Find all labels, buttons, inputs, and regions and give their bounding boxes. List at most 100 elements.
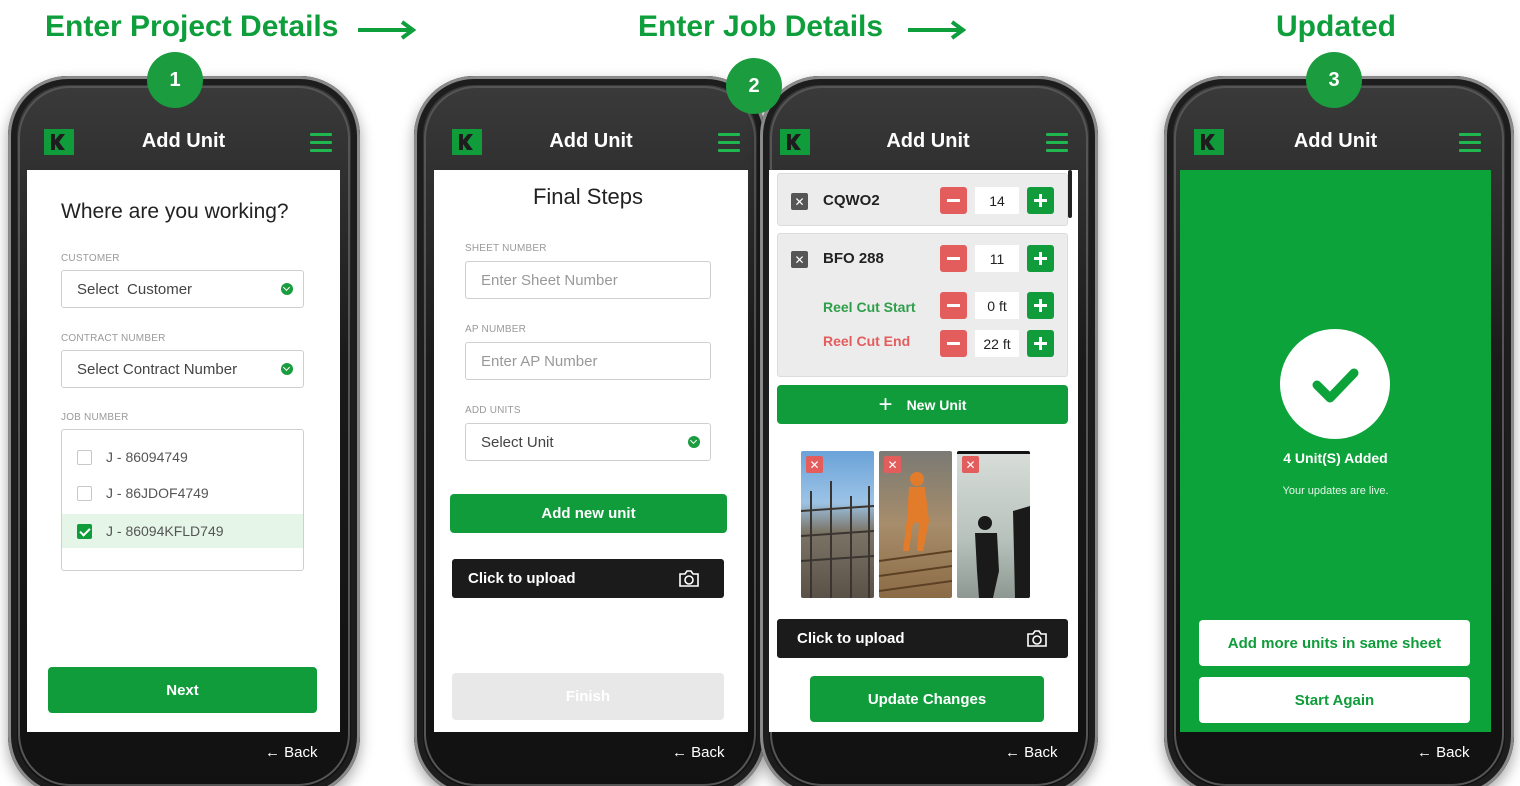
unit-select-value: Select Unit xyxy=(481,433,554,451)
reel-cut-end-value[interactable]: 22 ft xyxy=(975,330,1019,357)
brand-logo-icon xyxy=(452,129,482,155)
checkbox[interactable] xyxy=(77,450,92,465)
unit-select[interactable]: Select Unit xyxy=(465,423,711,461)
step-badge-3: 3 xyxy=(1306,52,1362,108)
photo-thumbnail[interactable]: ✕ xyxy=(957,451,1030,598)
close-icon[interactable]: ✕ xyxy=(791,193,808,210)
photo-thumbnail[interactable]: ✕ xyxy=(879,451,952,598)
plus-icon[interactable] xyxy=(1027,330,1054,357)
contract-label: CONTRACT NUMBER xyxy=(61,333,166,344)
header-title: Add Unit xyxy=(141,130,226,152)
check-icon xyxy=(1312,368,1359,403)
checkbox-checked[interactable] xyxy=(77,524,92,539)
app-header: Add Unit xyxy=(778,113,1078,170)
menu-icon[interactable] xyxy=(1046,133,1068,153)
close-icon[interactable]: ✕ xyxy=(806,456,823,473)
next-button[interactable]: Next xyxy=(48,667,317,713)
update-changes-button[interactable]: Update Changes xyxy=(810,676,1044,722)
job-list: J - 86094749 J - 86JDOF4749 J - 86094KFL… xyxy=(61,429,304,571)
checkbox[interactable] xyxy=(77,486,92,501)
menu-icon[interactable] xyxy=(310,133,332,153)
building-image xyxy=(801,481,874,598)
job-row-selected[interactable]: J - 86094KFLD749 xyxy=(62,514,303,548)
chevron-down-icon xyxy=(688,436,700,448)
contract-select[interactable]: Select Contract Number xyxy=(61,350,304,388)
photo-thumbnail[interactable]: ✕ xyxy=(801,451,874,598)
upload-button[interactable]: Click to upload xyxy=(452,559,724,598)
screen-project-details: Where are you working? CUSTOMER Select C… xyxy=(27,170,340,732)
unit-name: CQWO2 xyxy=(823,192,880,209)
brand-logo-icon xyxy=(44,129,74,155)
ap-number-label: AP NUMBER xyxy=(465,324,527,335)
chevron-down-icon xyxy=(281,363,293,375)
page-title: Final Steps xyxy=(532,184,644,209)
minus-icon[interactable] xyxy=(940,187,967,214)
close-icon[interactable]: ✕ xyxy=(884,456,901,473)
minus-icon[interactable] xyxy=(940,245,967,272)
unit-quantity[interactable]: 14 xyxy=(975,187,1019,214)
sheet-number-label: SHEET NUMBER xyxy=(465,243,547,254)
reel-cut-end-label: Reel Cut End xyxy=(823,333,911,349)
ap-number-input[interactable]: Enter AP Number xyxy=(465,342,711,380)
job-number: J - 86094749 xyxy=(106,449,188,465)
unit-name: BFO 288 xyxy=(823,250,884,267)
arrow-right-icon xyxy=(908,20,966,40)
camera-icon xyxy=(679,570,699,587)
customer-value: Select Customer xyxy=(77,280,193,298)
app-header: Add Unit xyxy=(1180,113,1491,170)
brand-logo-icon xyxy=(1194,129,1224,155)
reel-cut-start-value[interactable]: 0 ft xyxy=(975,292,1019,319)
add-more-units-button[interactable]: Add more units in same sheet xyxy=(1199,620,1470,666)
start-again-button[interactable]: Start Again xyxy=(1199,677,1470,723)
page-title: Where are you working? xyxy=(61,200,289,223)
customer-select[interactable]: Select Customer xyxy=(61,270,304,308)
silhouette-image xyxy=(957,451,1030,598)
arrow-right-icon xyxy=(358,20,416,40)
unit-card: ✕ CQWO2 14 xyxy=(777,173,1068,226)
back-link[interactable]: ← Back xyxy=(672,744,725,761)
step-badge-1: 1 xyxy=(147,52,203,108)
success-circle xyxy=(1280,329,1390,439)
plus-icon: + xyxy=(878,390,893,418)
upload-button[interactable]: Click to upload xyxy=(777,619,1068,658)
header-title: Add Unit xyxy=(549,130,633,152)
step-title-project: Enter Project Details xyxy=(45,10,339,43)
sheet-number-input[interactable]: Enter Sheet Number xyxy=(465,261,711,299)
screen-updated: 4 Unit(S) Added Your updates are live. A… xyxy=(1180,170,1491,732)
reel-cut-start-label: Reel Cut Start xyxy=(823,299,916,315)
menu-icon[interactable] xyxy=(718,133,740,153)
units-added-text: 4 Unit(S) Added xyxy=(1283,450,1388,466)
plus-icon[interactable] xyxy=(1027,187,1054,214)
worker-image xyxy=(879,472,952,592)
add-new-unit-button[interactable]: Add new unit xyxy=(450,494,727,533)
close-icon[interactable]: ✕ xyxy=(791,251,808,268)
new-unit-label: New Unit xyxy=(906,396,967,413)
back-link[interactable]: ← Back xyxy=(1005,744,1058,761)
finish-button[interactable]: Finish xyxy=(452,673,724,720)
scrollbar[interactable] xyxy=(1068,170,1072,218)
job-number: J - 86JDOF4749 xyxy=(106,485,209,501)
back-link[interactable]: ← Back xyxy=(265,744,318,761)
job-row[interactable]: J - 86JDOF4749 xyxy=(62,478,303,508)
brand-logo-icon xyxy=(780,129,810,155)
minus-icon[interactable] xyxy=(940,292,967,319)
close-icon[interactable]: ✕ xyxy=(962,456,979,473)
plus-icon[interactable] xyxy=(1027,245,1054,272)
back-link[interactable]: ← Back xyxy=(1417,744,1470,761)
updates-live-text: Your updates are live. xyxy=(1282,485,1389,497)
header-title: Add Unit xyxy=(1293,130,1378,152)
minus-icon[interactable] xyxy=(940,330,967,357)
new-unit-button[interactable]: + New Unit xyxy=(777,385,1068,424)
customer-label: CUSTOMER xyxy=(61,253,120,264)
camera-icon xyxy=(1027,630,1047,647)
upload-label: Click to upload xyxy=(797,630,905,647)
job-number: J - 86094KFLD749 xyxy=(106,523,224,539)
step-title-job: Enter Job Details xyxy=(638,10,884,43)
plus-icon[interactable] xyxy=(1027,292,1054,319)
upload-label: Click to upload xyxy=(468,570,576,587)
job-row[interactable]: J - 86094749 xyxy=(62,442,303,472)
unit-card: ✕ BFO 288 11 Reel Cut Start 0 ft Reel Cu… xyxy=(777,233,1068,377)
unit-quantity[interactable]: 11 xyxy=(975,245,1019,272)
menu-icon[interactable] xyxy=(1459,133,1481,153)
screen-final-steps: Final Steps SHEET NUMBER Enter Sheet Num… xyxy=(434,170,748,732)
